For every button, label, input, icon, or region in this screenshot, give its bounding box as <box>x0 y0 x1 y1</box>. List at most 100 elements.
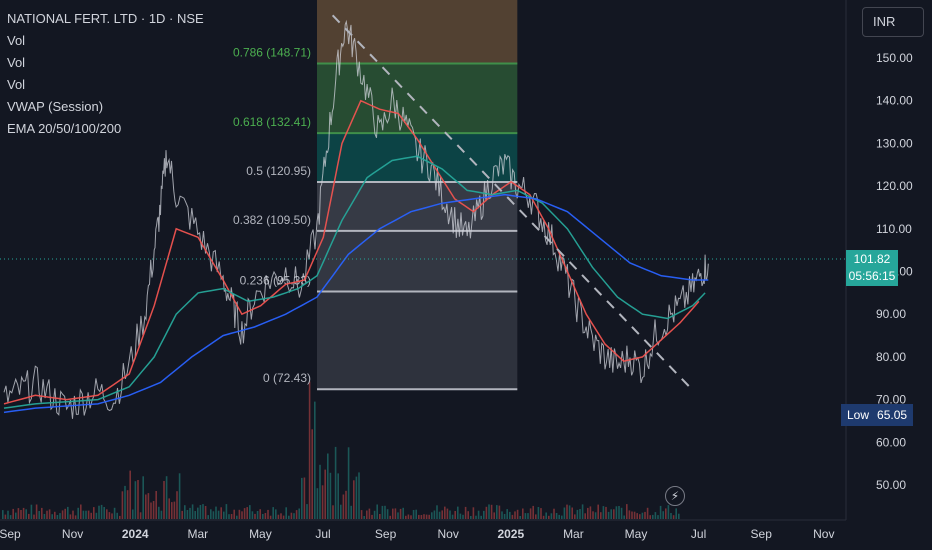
volume-bar <box>340 504 342 519</box>
volume-bar <box>280 513 282 519</box>
fib-zone <box>317 291 518 390</box>
volume-bar <box>358 472 360 519</box>
volume-bar <box>173 501 176 519</box>
volume-bar <box>353 480 355 519</box>
volume-bar <box>145 494 147 519</box>
volume-bar <box>74 515 77 519</box>
volume-bar <box>275 509 277 519</box>
volume-bar <box>449 510 451 519</box>
indicator-ema[interactable]: EMA 20/50/100/200 <box>7 118 204 140</box>
volume-bar <box>7 510 9 519</box>
volume-bar <box>184 505 186 519</box>
volume-bar <box>394 508 397 519</box>
lightning-icon[interactable]: ⚡ <box>665 486 685 506</box>
volume-bar <box>464 506 467 519</box>
volume-bar <box>623 515 625 519</box>
volume-bar <box>480 515 482 519</box>
price-axis-label: 150.00 <box>876 51 913 65</box>
volume-bar <box>631 511 633 519</box>
indicator-vol-3[interactable]: Vol <box>7 74 204 96</box>
volume-bar <box>412 510 415 519</box>
symbol-title[interactable]: NATIONAL FERT. LTD · 1D · NSE <box>7 8 204 30</box>
volume-bar <box>54 511 56 519</box>
volume-bar <box>77 507 79 519</box>
volume-bar <box>535 514 537 519</box>
volume-bar <box>33 514 35 519</box>
volume-bar <box>475 515 477 519</box>
volume-bar <box>72 510 74 519</box>
volume-bar <box>366 510 368 519</box>
volume-bar <box>410 515 412 519</box>
volume-bar <box>87 510 90 519</box>
volume-bar <box>342 494 345 519</box>
volume-bar <box>316 488 319 519</box>
volume-bar <box>347 447 350 519</box>
volume-bar <box>233 509 235 519</box>
volume-bar <box>324 469 326 519</box>
volume-bar <box>431 512 433 519</box>
volume-bar <box>293 513 295 519</box>
currency-button[interactable]: INR <box>862 7 924 37</box>
time-axis-label: Nov <box>438 527 459 541</box>
volume-bar <box>98 505 100 519</box>
fib-level-label: 0.618 (132.41) <box>233 115 311 129</box>
volume-bar <box>444 506 446 519</box>
volume-bar <box>295 510 298 519</box>
volume-bar <box>553 508 555 519</box>
volume-bar <box>246 507 248 519</box>
volume-bar <box>540 508 542 519</box>
volume-bar <box>646 507 649 519</box>
volume-bar <box>142 476 144 519</box>
volume-bar <box>490 504 493 519</box>
volume-bar <box>600 512 602 519</box>
volume-bar <box>615 506 618 519</box>
volume-bar <box>303 477 306 519</box>
price-axis-label: 110.00 <box>876 222 912 236</box>
volume-bar <box>321 485 324 519</box>
fib-level-label: 0 (72.43) <box>263 371 311 385</box>
volume-bar <box>368 508 371 519</box>
low-value: 65.05 <box>875 404 914 426</box>
volume-bar <box>498 505 501 519</box>
price-axis-label: 140.00 <box>876 94 913 108</box>
indicator-vwap[interactable]: VWAP (Session) <box>7 96 204 118</box>
volume-bar <box>207 515 209 519</box>
volume-bar <box>262 514 264 519</box>
volume-bar <box>139 512 142 519</box>
volume-bar <box>467 511 469 519</box>
time-axis-label: May <box>249 527 272 541</box>
volume-bar <box>241 511 243 519</box>
volume-bar <box>392 508 394 519</box>
volume-bar <box>667 505 670 519</box>
volume-bar <box>111 513 113 519</box>
volume-bar <box>470 516 472 519</box>
volume-bar <box>152 501 155 519</box>
volume-bar <box>236 515 238 519</box>
volume-bar <box>176 491 178 519</box>
price-axis-label: 120.00 <box>876 179 913 193</box>
volume-bar <box>38 511 40 519</box>
volume-bar <box>405 515 407 519</box>
volume-bar <box>124 485 126 519</box>
volume-bar <box>106 509 108 519</box>
volume-bar <box>56 515 59 519</box>
volume-bar <box>579 509 581 519</box>
volume-bar <box>355 476 358 519</box>
volume-bar <box>454 511 456 519</box>
volume-bar <box>620 507 623 519</box>
volume-bar <box>85 510 87 519</box>
volume-bar <box>568 505 571 519</box>
volume-bar <box>121 491 124 519</box>
volume-bar <box>254 513 256 519</box>
time-axis-label: 2025 <box>497 527 524 541</box>
volume-bar <box>225 504 228 519</box>
volume-bar <box>116 512 118 519</box>
time-axis-label: Sep <box>375 527 397 541</box>
volume-bar <box>9 515 12 519</box>
bar-countdown: 05:56:15 <box>848 269 896 283</box>
fib-zone <box>317 0 518 64</box>
volume-bar <box>181 510 183 519</box>
indicator-vol-2[interactable]: Vol <box>7 52 204 74</box>
indicator-vol-1[interactable]: Vol <box>7 30 204 52</box>
volume-bar <box>371 514 373 519</box>
